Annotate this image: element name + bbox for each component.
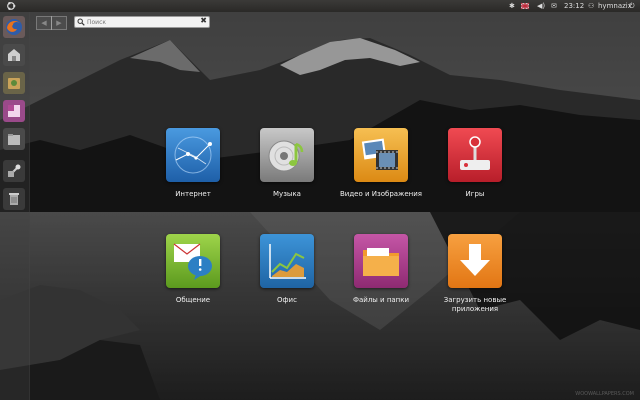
ubuntu-logo-icon[interactable] <box>6 0 16 12</box>
firefox-launcher-icon[interactable] <box>3 16 25 38</box>
search-box[interactable]: ✖ <box>74 16 210 28</box>
files-launcher-icon[interactable] <box>3 128 25 150</box>
tile-label: Загрузить новые приложения <box>443 296 507 313</box>
tile-download-apps[interactable]: Загрузить новые приложения <box>415 234 535 314</box>
home-folder-launcher-icon[interactable] <box>3 44 25 66</box>
music-icon <box>260 128 314 182</box>
back-button[interactable]: ◀ <box>36 16 52 30</box>
internet-icon <box>166 128 220 182</box>
apps-launcher-icon[interactable] <box>3 160 25 182</box>
volume-icon[interactable]: ◀) <box>537 0 545 12</box>
software-center-launcher-icon[interactable] <box>3 72 25 94</box>
mail-icon[interactable]: ✉ <box>551 0 557 12</box>
forward-button[interactable]: ▶ <box>51 16 67 30</box>
search-input[interactable] <box>87 17 197 27</box>
user-icon: ⚇ <box>588 2 595 10</box>
bluetooth-icon[interactable]: ✱ <box>509 0 515 12</box>
games-icon <box>448 128 502 182</box>
video-images-icon <box>354 128 408 182</box>
tile-label: Игры <box>465 190 485 198</box>
trash-launcher-icon[interactable] <box>3 188 25 210</box>
watermark: WOOWALLPAPERS.COM <box>575 391 634 397</box>
top-panel: ✱ ◀) ✉ 23:12 ⚇ hymnazix ⏻ <box>0 0 640 12</box>
workspace-switcher-icon[interactable] <box>3 100 25 122</box>
files-folders-icon <box>354 234 408 288</box>
keyboard-layout-flag-icon[interactable] <box>520 0 530 12</box>
power-icon[interactable]: ⏻ <box>629 0 635 12</box>
search-icon <box>77 18 85 26</box>
launcher <box>0 12 30 400</box>
office-icon <box>260 234 314 288</box>
download-arrow-icon <box>448 234 502 288</box>
clock-label[interactable]: 23:12 <box>564 0 584 12</box>
tile-games[interactable]: Игры <box>415 128 535 199</box>
dash-overlay <box>29 12 640 400</box>
communication-icon <box>166 234 220 288</box>
clear-search-icon[interactable]: ✖ <box>200 16 207 25</box>
user-name[interactable]: hymnazix <box>598 0 632 12</box>
